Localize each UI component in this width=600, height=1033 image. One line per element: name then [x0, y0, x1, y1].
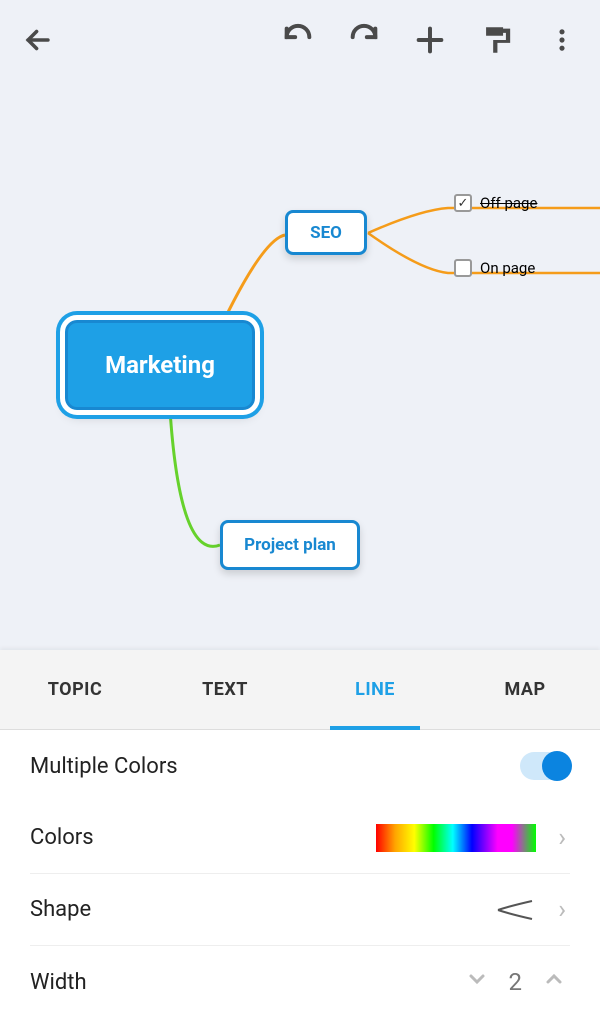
menu-button[interactable] — [544, 22, 580, 58]
width-decrease[interactable] — [461, 967, 493, 998]
back-arrow-icon — [21, 23, 55, 57]
node-onpage[interactable]: On page — [454, 259, 535, 277]
shape-preview-icon — [496, 898, 536, 922]
colors-label: Colors — [30, 825, 376, 850]
chevron-up-icon — [542, 967, 566, 991]
style-button[interactable] — [478, 22, 514, 58]
checkbox-onpage[interactable] — [454, 259, 472, 277]
undo-icon — [281, 23, 315, 57]
mindmap-canvas[interactable]: Marketing SEO Project plan Off page On p… — [0, 80, 600, 650]
node-root[interactable]: Marketing — [65, 320, 255, 410]
undo-button[interactable] — [280, 22, 316, 58]
multiple-colors-toggle[interactable] — [520, 752, 570, 780]
node-onpage-label: On page — [480, 259, 535, 277]
back-button[interactable] — [20, 22, 56, 58]
colors-spectrum — [376, 824, 536, 852]
chevron-down-icon — [465, 967, 489, 991]
tab-line[interactable]: LINE — [300, 650, 450, 729]
panel-tabs: TOPIC TEXT LINE MAP — [0, 650, 600, 730]
more-vertical-icon — [548, 26, 576, 54]
multiple-colors-label: Multiple Colors — [30, 754, 520, 779]
row-width: Width 2 — [30, 946, 570, 1018]
width-value: 2 — [493, 968, 539, 996]
node-project-plan[interactable]: Project plan — [220, 520, 360, 570]
width-increase[interactable] — [538, 967, 570, 998]
add-button[interactable] — [412, 22, 448, 58]
plus-icon — [413, 23, 447, 57]
redo-button[interactable] — [346, 22, 382, 58]
node-seo-label: SEO — [310, 223, 342, 243]
properties-panel: TOPIC TEXT LINE MAP Multiple Colors Colo… — [0, 650, 600, 1033]
node-project-plan-label: Project plan — [244, 535, 336, 555]
node-root-label: Marketing — [105, 351, 215, 379]
redo-icon — [347, 23, 381, 57]
format-paint-icon — [479, 23, 513, 57]
width-label: Width — [30, 970, 461, 995]
chevron-right-icon: › — [554, 823, 570, 853]
row-shape[interactable]: Shape › — [30, 874, 570, 946]
row-multiple-colors: Multiple Colors — [30, 730, 570, 802]
tab-text[interactable]: TEXT — [150, 650, 300, 729]
row-colors[interactable]: Colors › — [30, 802, 570, 874]
node-seo[interactable]: SEO — [285, 210, 367, 255]
tab-topic[interactable]: TOPIC — [0, 650, 150, 729]
node-offpage[interactable]: Off page — [454, 194, 537, 212]
checkbox-offpage[interactable] — [454, 194, 472, 212]
node-offpage-label: Off page — [480, 194, 537, 212]
chevron-right-icon: › — [554, 895, 570, 925]
tab-map[interactable]: MAP — [450, 650, 600, 729]
shape-label: Shape — [30, 897, 496, 922]
